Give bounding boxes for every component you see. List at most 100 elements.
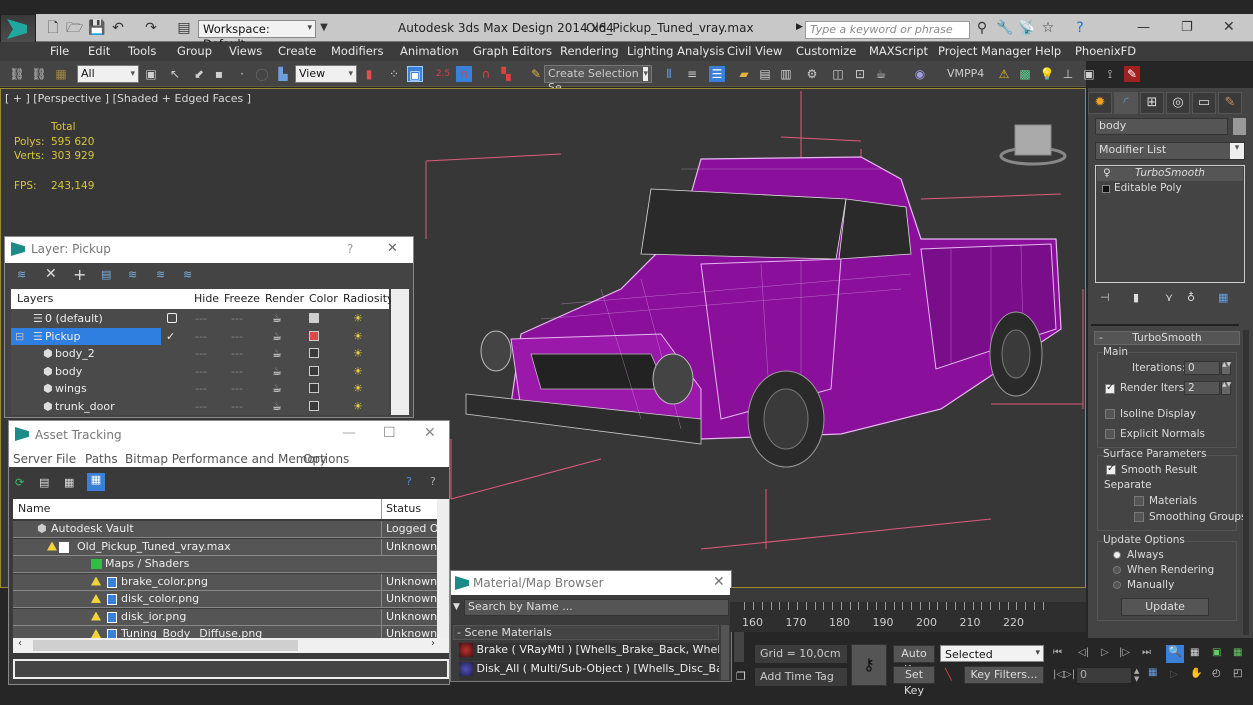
project-folder-icon[interactable]: ▤ xyxy=(176,20,192,36)
scene-materials-group[interactable]: - Scene Materials xyxy=(453,625,719,640)
restore-button[interactable]: ❐ xyxy=(1181,20,1193,35)
object-name-field[interactable]: body xyxy=(1095,118,1228,135)
asset-row[interactable]: Maps / Shaders xyxy=(13,556,437,573)
hide-all-layers-icon[interactable]: ≋ xyxy=(156,268,165,281)
freeze-all-layers-icon[interactable]: ≋ xyxy=(183,268,192,281)
iterations-spinner-arrows[interactable]: ▲▼ xyxy=(1221,361,1231,375)
modifier-stack-item-turbosmooth[interactable]: ♀ TurboSmooth xyxy=(1097,167,1243,181)
mirror-icon[interactable]: ⫴ xyxy=(661,66,677,82)
maximize-button[interactable]: ☐ xyxy=(383,425,396,441)
open-file-icon[interactable]: 🗁 xyxy=(66,20,83,36)
explicit-normals-checkbox[interactable] xyxy=(1105,429,1115,439)
collapse-icon[interactable]: ⊟ xyxy=(15,328,24,345)
asset-menu-options[interactable]: Options xyxy=(303,452,349,466)
update-always-radio[interactable] xyxy=(1113,551,1121,559)
radiosity-icon[interactable]: ☀ xyxy=(353,328,363,345)
modifier-stack-item-editable-poly[interactable]: Editable Poly xyxy=(1097,182,1243,196)
layer-row[interactable]: ⊟ ☰ Pickup ✓ --- --- ☕ ☀ xyxy=(11,327,389,345)
asset-row[interactable]: brake_color.png Unknown xyxy=(13,573,437,591)
delete-layer-icon[interactable]: ✕ xyxy=(45,266,57,282)
modify-tab-icon[interactable]: ◜ xyxy=(1114,92,1138,114)
help-icon[interactable]: ? xyxy=(1072,20,1088,36)
col-render[interactable]: Render xyxy=(265,289,304,309)
zoom-icon[interactable]: 🔍 xyxy=(1166,645,1184,663)
search-expand-icon[interactable]: ▶ xyxy=(796,22,803,32)
link-icon[interactable]: ⛓ xyxy=(9,66,25,82)
material-browser-scrollbar[interactable] xyxy=(721,625,729,680)
layer-color-swatch[interactable] xyxy=(309,400,319,411)
browser-options-icon[interactable]: ▼ xyxy=(453,602,460,612)
vray-frame-buffer-icon[interactable]: ◉ xyxy=(912,66,928,82)
render-iters-spinner-arrows[interactable]: ▲▼ xyxy=(1221,381,1231,395)
save-icon[interactable]: 💾 xyxy=(88,20,105,36)
menu-maxscript[interactable]: MAXScript xyxy=(869,44,928,58)
hide-toggle[interactable]: --- xyxy=(195,328,207,345)
render-teapot-icon[interactable]: ☕ xyxy=(272,310,282,327)
reference-coordinate-dropdown[interactable]: View ▾ xyxy=(295,65,357,83)
field-of-view-icon[interactable]: ▷ xyxy=(1170,669,1178,680)
asset-horizontal-scrollbar[interactable]: ‹ › xyxy=(13,638,449,653)
render-iters-checkbox[interactable] xyxy=(1105,382,1115,394)
asset-row[interactable]: disk_ior.png Unknown xyxy=(13,608,437,626)
update-when-rendering-radio[interactable] xyxy=(1113,566,1121,574)
update-button[interactable]: Update xyxy=(1121,598,1209,616)
asset-dialog-titlebar[interactable]: Asset Tracking — ☐ ✕ Server File Paths B… xyxy=(9,421,449,467)
redo-icon[interactable]: ↷ xyxy=(143,20,159,36)
create-tab-icon[interactable]: ✹ xyxy=(1088,92,1112,114)
key-tangent-icon[interactable]: ╲ xyxy=(945,668,952,681)
menu-phoenixfd[interactable]: PhoenixFD xyxy=(1075,44,1136,58)
rectangular-selection-icon[interactable]: ⬋ xyxy=(191,66,207,82)
time-tag-icon[interactable]: ❐ xyxy=(736,670,746,683)
render-iters-spinner[interactable]: 2 xyxy=(1184,381,1220,395)
render-teapot-icon[interactable]: ☕ xyxy=(272,398,282,415)
key-mode-dropdown[interactable]: Selected ▾ xyxy=(940,645,1044,662)
minimize-button[interactable]: — xyxy=(1137,20,1150,35)
percent-snap-icon[interactable]: ∩ xyxy=(478,66,494,82)
update-manually-radio[interactable] xyxy=(1113,581,1121,589)
modifier-list-dropdown[interactable]: Modifier List ▾ xyxy=(1095,142,1245,160)
smooth-result-checkbox[interactable] xyxy=(1106,463,1116,475)
layer-scrollbar[interactable] xyxy=(391,289,409,415)
render-setup-icon[interactable]: ⊡ xyxy=(852,66,868,82)
select-move-icon[interactable]: · xyxy=(234,66,250,82)
key-mode-toggle-icon[interactable]: |◁▷| xyxy=(1053,669,1075,680)
render-teapot-icon[interactable]: ☕ xyxy=(272,380,282,397)
zoom-all-icon[interactable]: ▦ xyxy=(1190,647,1199,658)
turbosmooth-rollout-header[interactable]: - TurboSmooth xyxy=(1094,331,1240,345)
go-to-start-icon[interactable]: ⏮ xyxy=(1053,647,1062,658)
col-radiosity[interactable]: Radiosity xyxy=(343,289,394,309)
hide-toggle[interactable]: --- xyxy=(195,345,207,362)
current-frame-field[interactable]: 0 xyxy=(1076,667,1132,684)
curve-editor-icon[interactable]: ▥ xyxy=(778,66,794,82)
iterations-spinner[interactable]: 0 xyxy=(1184,361,1220,375)
minimize-button[interactable]: — xyxy=(342,425,356,441)
layer-color-swatch[interactable] xyxy=(309,383,319,393)
add-to-layer-icon[interactable]: + xyxy=(73,265,86,284)
menu-animation[interactable]: Animation xyxy=(400,44,459,58)
spinner-snap-icon[interactable]: ▚ xyxy=(498,66,514,82)
separate-materials-checkbox[interactable] xyxy=(1134,496,1144,506)
next-frame-icon[interactable]: |▷ xyxy=(1119,647,1130,658)
highlight-layer-icon[interactable]: ≋ xyxy=(128,268,137,281)
menu-views[interactable]: Views xyxy=(229,44,262,58)
material-browser-titlebar[interactable]: Material/Map Browser ✕ xyxy=(451,571,731,595)
favorites-star-icon[interactable]: ☆ xyxy=(1040,20,1056,36)
save-scene-state-icon[interactable]: ▣ xyxy=(1081,66,1097,82)
zoom-extents-all-icon[interactable]: ▦ xyxy=(1233,647,1242,658)
asset-row[interactable]: ⬢ Autodesk Vault Logged Ou xyxy=(13,521,437,538)
close-button[interactable]: ✕ xyxy=(1223,19,1235,35)
render-production-icon[interactable]: ☕ xyxy=(873,66,889,82)
phoenix-tool-icon[interactable]: ✎ xyxy=(1124,66,1140,82)
select-object-icon[interactable]: ▣ xyxy=(143,66,159,82)
col-hide[interactable]: Hide xyxy=(194,289,219,309)
command-panel-scrollbar[interactable] xyxy=(1243,330,1249,635)
remove-modifier-icon[interactable]: ♁ xyxy=(1187,291,1195,304)
asset-row[interactable]: Old_Pickup_Tuned_vray.max Unknown xyxy=(13,538,437,556)
frame-spinner-arrows[interactable]: ▲ ▼ xyxy=(1134,667,1139,683)
orbit-icon[interactable]: ◴ xyxy=(1212,668,1221,679)
maximize-viewport-icon[interactable]: ◰ xyxy=(1233,668,1242,679)
display-tab-icon[interactable]: ▭ xyxy=(1192,92,1216,114)
bind-spacewarp-icon[interactable]: ▦ xyxy=(53,66,69,82)
axis-tool-icon[interactable]: ⊥ xyxy=(1060,66,1076,82)
time-configuration-icon[interactable]: ▦ xyxy=(1148,667,1157,678)
